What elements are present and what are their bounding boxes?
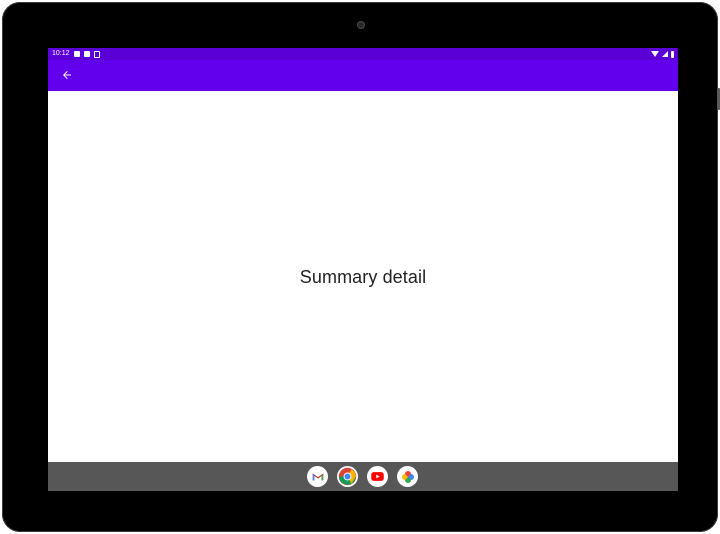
front-camera: [357, 21, 365, 29]
content-area: Summary detail: [48, 91, 678, 462]
gmail-icon: [312, 473, 323, 480]
status-bar: 10:12: [48, 48, 678, 60]
app-dock: [307, 466, 418, 487]
navigation-bar: [48, 462, 678, 491]
dock-app-chrome[interactable]: [337, 466, 358, 487]
status-left-group: 10:12: [52, 48, 100, 60]
back-button[interactable]: [56, 64, 78, 86]
arrow-left-icon: [63, 71, 71, 79]
storage-icon: [93, 50, 100, 58]
dock-app-photos[interactable]: [397, 466, 418, 487]
tablet-device-frame: 10:12 Summary detail: [2, 2, 718, 532]
summary-detail-text: Summary detail: [299, 267, 427, 287]
photos-icon: [401, 470, 414, 483]
status-right-group: [651, 48, 674, 60]
status-time: 10:12: [52, 50, 70, 57]
dock-app-gmail[interactable]: [307, 466, 328, 487]
battery-icon: [671, 50, 674, 58]
wifi-icon: [651, 51, 659, 57]
chrome-icon: [338, 467, 357, 486]
sd-card-icon: [83, 51, 90, 57]
notification-icon: [73, 51, 80, 57]
dock-app-youtube[interactable]: [367, 466, 388, 487]
app-bar: [48, 60, 678, 91]
cell-signal-icon: [662, 51, 668, 57]
youtube-icon: [371, 472, 384, 481]
device-screen: 10:12 Summary detail: [48, 48, 678, 491]
